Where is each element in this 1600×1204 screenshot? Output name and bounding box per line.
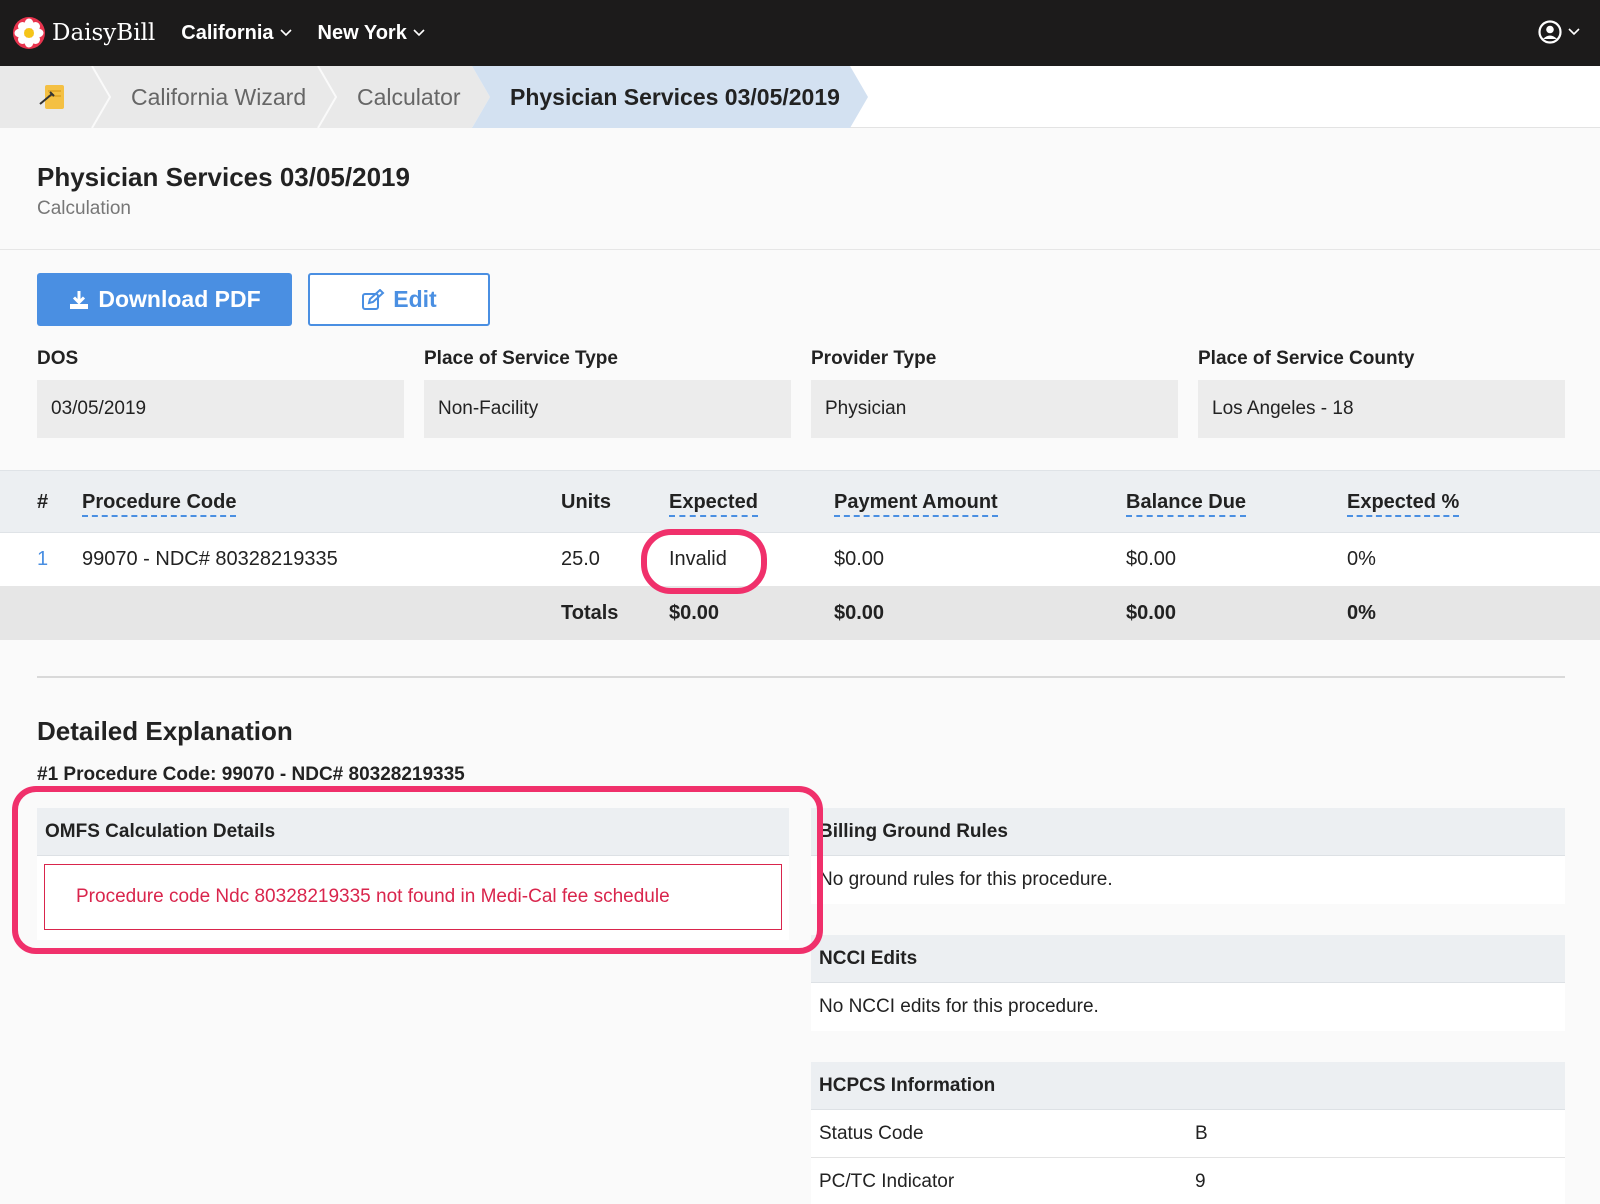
- field-value-county: Los Angeles - 18: [1198, 380, 1565, 438]
- omfs-highlight-outline: [12, 786, 823, 954]
- page-title: Physician Services 03/05/2019: [37, 162, 410, 192]
- daisy-logo-icon: [13, 17, 45, 49]
- hcpcs-key: PC/TC Indicator: [819, 1171, 955, 1192]
- edit-button[interactable]: Edit: [308, 273, 490, 326]
- totals-label: Totals: [561, 602, 619, 624]
- hcpcs-panel-header: HCPCS Information: [811, 1062, 1565, 1110]
- ground-rules-text: No ground rules for this procedure.: [811, 856, 1565, 904]
- brand-name: DaisyBill: [52, 20, 156, 46]
- nav-item-label: New York: [317, 21, 407, 44]
- totals-balance-due: $0.00: [1126, 602, 1177, 624]
- breadcrumb: California Wizard Calculator Physician S…: [0, 66, 1600, 128]
- column-header-expected-pct[interactable]: Expected %: [1347, 491, 1460, 517]
- hcpcs-value: 9: [1195, 1171, 1206, 1192]
- top-nav: DaisyBill California New York: [0, 0, 1600, 66]
- brand[interactable]: DaisyBill: [12, 16, 155, 50]
- column-header-number: #: [37, 491, 49, 513]
- page-subtitle: Calculation: [37, 198, 131, 219]
- nav-item-label: California: [181, 21, 274, 44]
- totals-payment-amount: $0.00: [834, 602, 885, 624]
- hcpcs-row-status-code: Status Code B: [811, 1110, 1565, 1158]
- edit-icon: [362, 288, 385, 310]
- column-header-procedure-code[interactable]: Procedure Code: [82, 491, 237, 517]
- chevron-down-icon: [413, 29, 425, 37]
- download-pdf-label: Download PDF: [98, 286, 261, 312]
- user-avatar-icon: [1538, 20, 1562, 44]
- column-header-expected[interactable]: Expected: [669, 491, 758, 517]
- row-payment-amount: $0.00: [834, 548, 885, 570]
- breadcrumb-california-wizard[interactable]: California Wizard: [131, 66, 306, 128]
- field-label-county: Place of Service County: [1198, 348, 1415, 369]
- hcpcs-key: Status Code: [819, 1123, 924, 1144]
- table-header: # Procedure Code Units Expected Payment …: [0, 470, 1600, 533]
- user-menu[interactable]: [1538, 20, 1580, 44]
- field-label-dos: DOS: [37, 348, 79, 369]
- table-totals-row: Totals $0.00 $0.00 $0.00 0%: [0, 586, 1600, 640]
- totals-expected-pct: 0%: [1347, 602, 1376, 624]
- field-value-dos: 03/05/2019: [37, 380, 404, 438]
- download-pdf-button[interactable]: Download PDF: [37, 273, 292, 326]
- detailed-explanation-title: Detailed Explanation: [37, 716, 293, 746]
- row-number-link[interactable]: 1: [37, 548, 48, 571]
- page-header: Physician Services 03/05/2019 Calculatio…: [0, 140, 1600, 250]
- chevron-down-icon: [1568, 28, 1580, 36]
- nav-item-california[interactable]: California: [181, 21, 292, 45]
- nav-item-new-york[interactable]: New York: [318, 22, 425, 45]
- hcpcs-value: B: [1195, 1123, 1208, 1144]
- breadcrumb-calculator[interactable]: Calculator: [357, 66, 461, 128]
- ground-rules-panel-header: Billing Ground Rules: [811, 808, 1565, 856]
- ncci-text: No NCCI edits for this procedure.: [811, 983, 1565, 1031]
- hcpcs-row-pctc-indicator: PC/TC Indicator 9: [811, 1158, 1565, 1204]
- breadcrumb-current: Physician Services 03/05/2019: [510, 84, 840, 110]
- ncci-panel-header: NCCI Edits: [811, 935, 1565, 983]
- download-icon: [70, 290, 89, 309]
- explanation-procedure-heading: #1 Procedure Code: 99070 - NDC# 80328219…: [37, 764, 465, 785]
- field-label-provider-type: Provider Type: [811, 348, 937, 369]
- chevron-down-icon: [279, 29, 292, 37]
- invalid-highlight-outline: [641, 529, 767, 594]
- wizard-home-icon[interactable]: [38, 82, 68, 112]
- column-header-units: Units: [561, 491, 611, 513]
- totals-expected: $0.00: [669, 602, 720, 624]
- row-balance-due: $0.00: [1126, 548, 1177, 570]
- row-units: 25.0: [561, 548, 600, 570]
- field-label-place-of-service-type: Place of Service Type: [424, 348, 618, 369]
- edit-label: Edit: [393, 286, 437, 312]
- field-value-provider-type: Physician: [811, 380, 1178, 438]
- row-procedure-code: 99070 - NDC# 80328219335: [82, 548, 338, 570]
- row-expected-pct: 0%: [1347, 548, 1376, 570]
- section-divider: [37, 676, 1565, 678]
- table-row: 1 99070 - NDC# 80328219335 25.0 Invalid …: [0, 533, 1600, 586]
- column-header-balance-due[interactable]: Balance Due: [1126, 491, 1247, 517]
- column-header-payment-amount[interactable]: Payment Amount: [834, 491, 998, 517]
- field-value-place-of-service-type: Non-Facility: [424, 380, 791, 438]
